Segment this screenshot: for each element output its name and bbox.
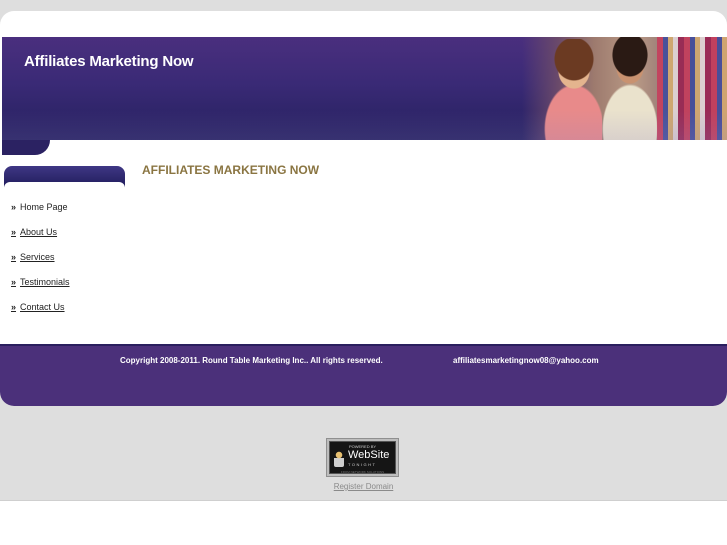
badge-foot-text: FROM NETWORK SOLUTIONS — [340, 470, 385, 474]
page-title: AFFILIATES MARKETING NOW — [142, 163, 320, 177]
double-chevron-right-icon: » — [11, 301, 17, 312]
sidebar-item-testimonials[interactable]: » Testimonials — [11, 269, 70, 294]
double-chevron-right-icon: » — [11, 251, 17, 262]
page-divider — [0, 500, 727, 501]
header-photo — [522, 37, 727, 140]
sidebar-item-services[interactable]: » Services — [11, 244, 70, 269]
header-photo-woman-2 — [600, 37, 660, 140]
sidebar-item-label: About Us — [20, 226, 58, 237]
sidebar-item-label: Services — [20, 251, 55, 262]
website-tonight-badge[interactable]: POWERED BY WebSite TONIGHT FROM NETWORK … — [326, 438, 399, 477]
sidebar-nav: » Home Page » About Us » Services » Test… — [11, 194, 70, 319]
double-chevron-right-icon: » — [11, 276, 17, 287]
header-photo-woman-1 — [544, 39, 602, 140]
sidebar-nav-cap — [4, 166, 125, 188]
site-card: Affiliates Marketing Now » Home Page » A… — [0, 11, 727, 406]
site-title: Affiliates Marketing Now — [24, 53, 194, 70]
header-photo-clothes-rack — [657, 37, 727, 140]
register-domain-link[interactable]: Register Domain — [0, 482, 727, 491]
sidebar-item-home[interactable]: » Home Page — [11, 194, 70, 219]
header-tab-decoration — [2, 140, 50, 155]
sidebar-item-label: Contact Us — [20, 301, 65, 312]
site-footer: Copyright 2008-2011. Round Table Marketi… — [0, 344, 727, 406]
badge-inner: POWERED BY WebSite TONIGHT FROM NETWORK … — [329, 441, 396, 474]
double-chevron-right-icon: » — [11, 201, 17, 212]
sidebar-item-contact[interactable]: » Contact Us — [11, 294, 70, 319]
contact-email: affiliatesmarketingnow08@yahoo.com — [453, 356, 599, 365]
sidebar-item-label: Testimonials — [20, 276, 70, 287]
double-chevron-right-icon: » — [11, 226, 17, 237]
copyright-text: Copyright 2008-2011. Round Table Marketi… — [120, 356, 383, 365]
badge-sub-text: TONIGHT — [348, 462, 377, 467]
sidebar-item-about[interactable]: » About Us — [11, 219, 70, 244]
sidebar-item-label: Home Page — [20, 201, 68, 212]
site-header: Affiliates Marketing Now — [2, 37, 727, 140]
website-tonight-logo-icon — [334, 451, 344, 467]
badge-main-text: WebSite — [348, 449, 390, 461]
